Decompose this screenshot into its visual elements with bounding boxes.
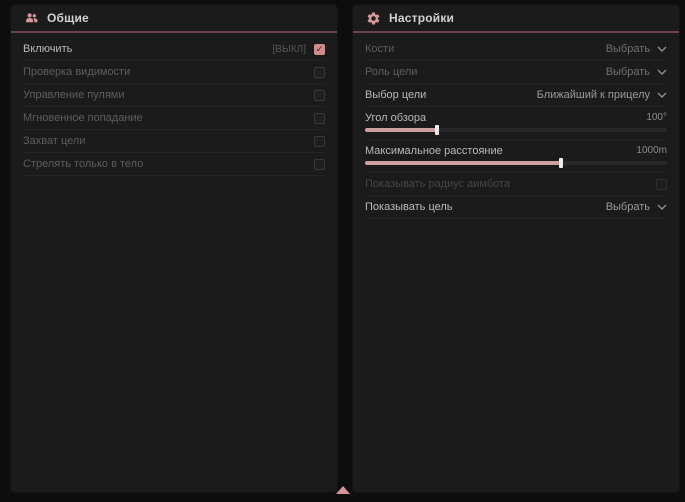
- row-controls: Выбрать: [606, 201, 667, 213]
- panel-settings: Настройки Кости Выбрать Роль цели Выбрать Вы…: [352, 4, 680, 493]
- checkbox[interactable]: [314, 113, 325, 124]
- setting-row-checkbox[interactable]: Мгновенное попадание: [23, 107, 325, 130]
- slider-handle[interactable]: [559, 158, 563, 168]
- checkbox[interactable]: [314, 90, 325, 101]
- dropdown-value: Ближайший к прицелу: [537, 89, 650, 101]
- setting-label: Показывать цель: [365, 201, 453, 213]
- slider-fill: [365, 128, 437, 132]
- row-controls: Ближайший к прицелу: [537, 89, 667, 101]
- dropdown-value: Выбрать: [606, 201, 650, 213]
- row-controls: [314, 90, 325, 101]
- setting-row-slider: Угол обзора 100°: [365, 107, 667, 140]
- setting-row-checkbox[interactable]: Захват цели: [23, 130, 325, 153]
- dropdown-control[interactable]: Выбрать: [606, 66, 667, 78]
- row-controls: [314, 67, 325, 78]
- cursor-triangle-icon: [336, 486, 350, 494]
- chevron-down-icon: [657, 46, 667, 52]
- setting-label: Выбор цели: [365, 89, 426, 101]
- row-controls: [314, 113, 325, 124]
- setting-label: Максимальное расстояние: [365, 145, 503, 157]
- dropdown-control[interactable]: Выбрать: [606, 43, 667, 55]
- setting-label: Мгновенное попадание: [23, 112, 143, 124]
- setting-row-checkbox[interactable]: Показывать радиус аимбота: [365, 173, 667, 196]
- hotkey-label: [ВЫКЛ]: [273, 44, 306, 55]
- slider-label-row: Угол обзора 100°: [365, 110, 667, 125]
- panel-general-body: Включить [ВЫКЛ] ✓ Проверка видимости Управле…: [11, 33, 337, 176]
- row-controls: Выбрать: [606, 43, 667, 55]
- slider-track[interactable]: [365, 128, 667, 132]
- users-icon: [24, 11, 39, 26]
- dropdown-control[interactable]: Выбрать: [606, 201, 667, 213]
- slider-fill: [365, 161, 561, 165]
- setting-label: Кости: [365, 43, 394, 55]
- row-controls: [656, 179, 667, 190]
- row-controls: [314, 136, 325, 147]
- setting-label: Стрелять только в тело: [23, 158, 143, 170]
- setting-label: Захват цели: [23, 135, 85, 147]
- setting-label: Управление пулями: [23, 89, 125, 101]
- setting-label: Угол обзора: [365, 112, 426, 124]
- panel-title: Общие: [47, 11, 89, 25]
- checkbox[interactable]: [314, 67, 325, 78]
- checkbox[interactable]: [314, 136, 325, 147]
- dropdown-value: Выбрать: [606, 43, 650, 55]
- setting-row-checkbox[interactable]: Включить [ВЫКЛ] ✓: [23, 38, 325, 61]
- chevron-down-icon: [657, 69, 667, 75]
- setting-row-checkbox[interactable]: Проверка видимости: [23, 61, 325, 84]
- checkbox: [656, 179, 667, 190]
- setting-label: Показывать радиус аимбота: [365, 178, 510, 190]
- setting-label: Включить: [23, 43, 72, 55]
- setting-row-dropdown[interactable]: Кости Выбрать: [365, 38, 667, 61]
- slider-value: 100°: [646, 112, 667, 123]
- setting-row-checkbox[interactable]: Стрелять только в тело: [23, 153, 325, 176]
- setting-row-checkbox[interactable]: Управление пулями: [23, 84, 325, 107]
- setting-row-slider: Максимальное расстояние 1000m: [365, 140, 667, 173]
- checkbox[interactable]: [314, 159, 325, 170]
- dropdown-value: Выбрать: [606, 66, 650, 78]
- row-controls: Выбрать: [606, 66, 667, 78]
- setting-row-dropdown[interactable]: Выбор цели Ближайший к прицелу: [365, 84, 667, 107]
- slider-label-row: Максимальное расстояние 1000m: [365, 143, 667, 158]
- chevron-down-icon: [657, 204, 667, 210]
- row-controls: [ВЫКЛ] ✓: [273, 44, 325, 55]
- slider-value: 1000m: [636, 145, 667, 156]
- setting-label: Проверка видимости: [23, 66, 130, 78]
- dropdown-control[interactable]: Ближайший к прицелу: [537, 89, 667, 101]
- setting-row-dropdown[interactable]: Показывать цель Выбрать: [365, 196, 667, 219]
- panel-title: Настройки: [389, 11, 454, 25]
- row-controls: [314, 159, 325, 170]
- slider-track[interactable]: [365, 161, 667, 165]
- checkbox[interactable]: ✓: [314, 44, 325, 55]
- panel-settings-header: Настройки: [353, 5, 679, 33]
- setting-row-dropdown[interactable]: Роль цели Выбрать: [365, 61, 667, 84]
- panel-general: Общие Включить [ВЫКЛ] ✓ Проверка видимости У…: [10, 4, 338, 493]
- panel-settings-body: Кости Выбрать Роль цели Выбрать Выбор цели Бл…: [353, 33, 679, 219]
- chevron-down-icon: [657, 92, 667, 98]
- slider-handle[interactable]: [435, 125, 439, 135]
- gear-icon: [366, 11, 381, 26]
- setting-label: Роль цели: [365, 66, 417, 78]
- panel-general-header: Общие: [11, 5, 337, 33]
